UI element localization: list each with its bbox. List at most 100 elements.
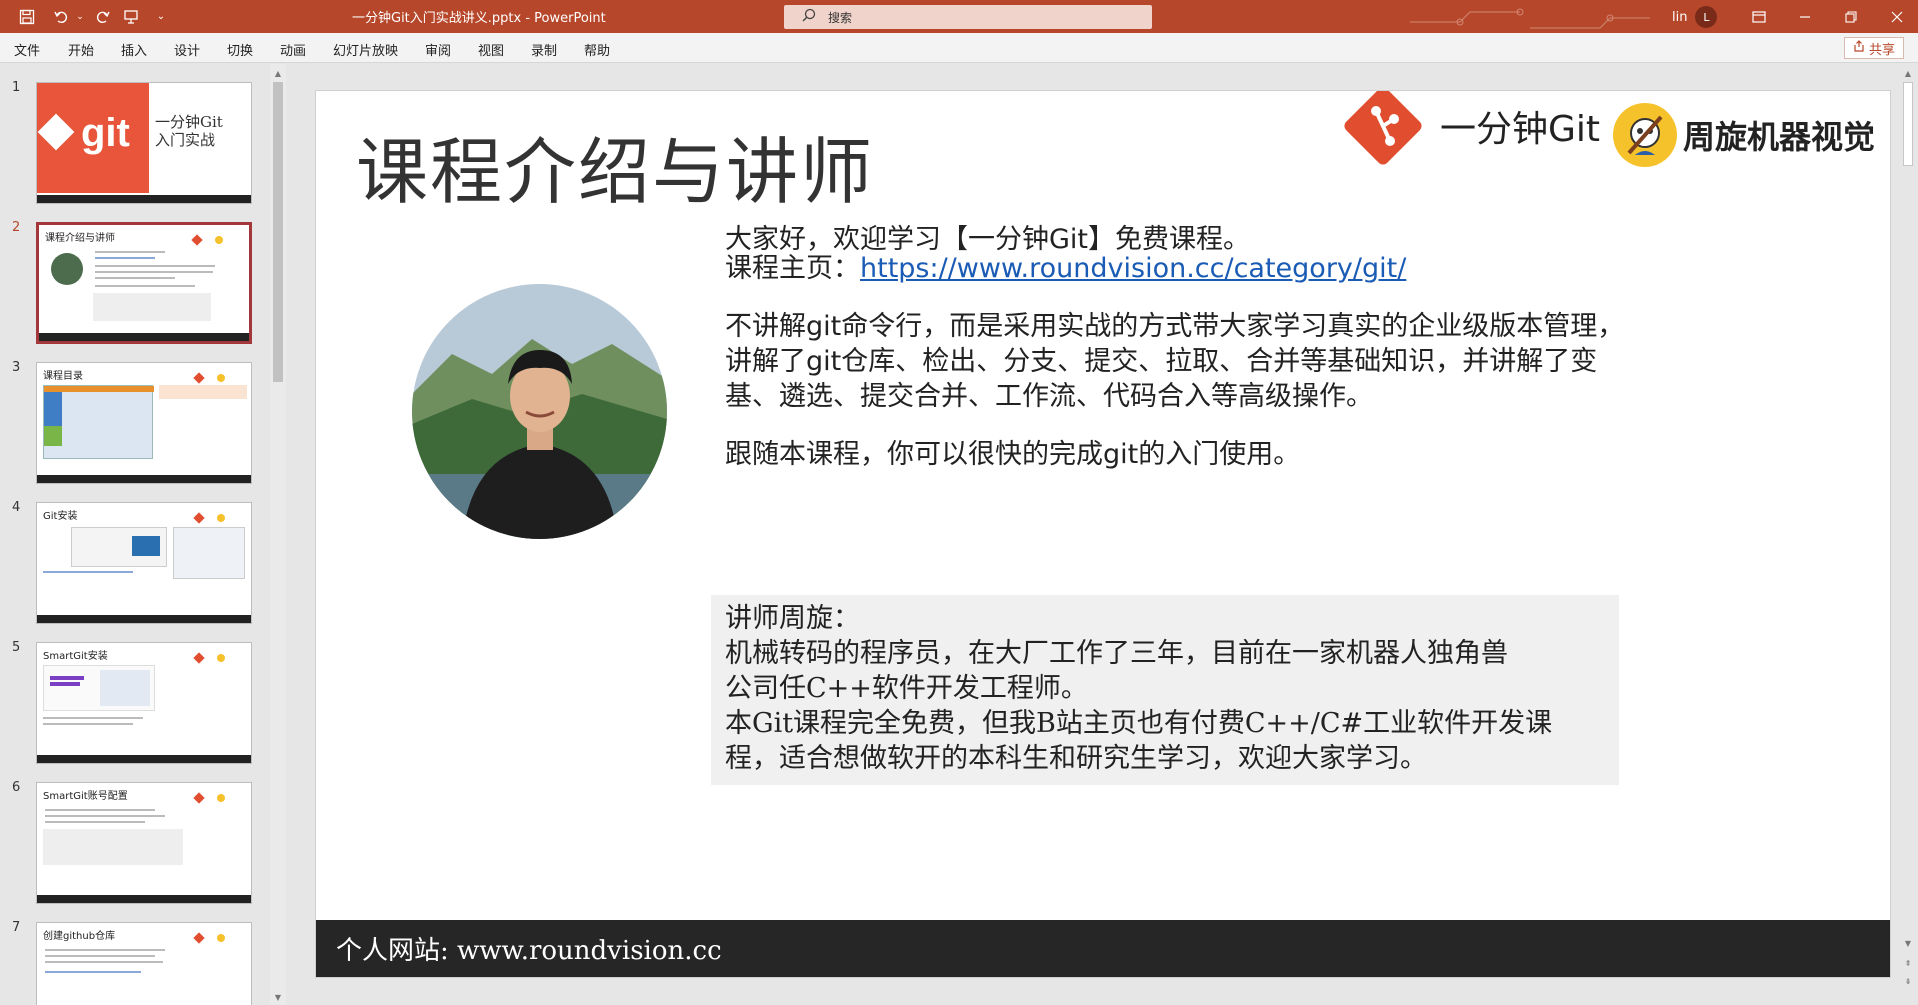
tab-animations[interactable]: 动画: [280, 40, 306, 59]
thumbnail-logos: [193, 367, 245, 384]
customize-toolbar-icon[interactable]: ⌄: [148, 4, 174, 30]
slide-thumbnail-1[interactable]: git 一分钟Git 入门实战: [36, 82, 252, 204]
thumbnail-screenshot: [43, 665, 155, 711]
text-line: [45, 961, 163, 963]
text-line: [45, 821, 145, 823]
editor-scrollbar[interactable]: ▲ ▼ ⇞ ⇟: [1900, 64, 1916, 1005]
slide-thumbnail-6[interactable]: SmartGit账号配置: [36, 782, 252, 904]
text-line: [43, 717, 143, 719]
slide-thumbnail-5[interactable]: SmartGit安装: [36, 642, 252, 764]
scroll-up-icon[interactable]: ▲: [270, 66, 286, 80]
search-box[interactable]: 搜索: [784, 5, 1152, 29]
tab-slideshow[interactable]: 幻灯片放映: [333, 40, 398, 59]
text-line: [43, 723, 133, 725]
tab-insert[interactable]: 插入: [121, 40, 147, 59]
document-title: 一分钟Git入门实战讲义.pptx - PowerPoint: [352, 11, 606, 26]
slide-canvas[interactable]: 课程介绍与讲师 一分钟Git 周旋机器视觉 大家好，欢迎学习【一分钟Git】免费…: [316, 91, 1890, 977]
brand-roundvision-text: 周旋机器视觉: [1683, 118, 1876, 156]
tab-home[interactable]: 开始: [68, 40, 94, 59]
redo-icon[interactable]: [90, 4, 116, 30]
minimize-icon[interactable]: [1782, 0, 1828, 33]
ribbon-display-options-icon[interactable]: [1736, 0, 1782, 33]
close-icon[interactable]: [1874, 0, 1918, 33]
text-line: [95, 285, 195, 287]
course-description-line[interactable]: 讲解了git仓库、检出、分支、提交、拉取、合并等基础知识，并讲解了变: [725, 344, 1597, 379]
cover-title-line: 入门实战: [155, 131, 216, 149]
text-line: [43, 571, 133, 573]
thumbnail-table: [43, 385, 154, 459]
circuit-decoration: [1410, 8, 1650, 29]
tab-view[interactable]: 视图: [478, 40, 504, 59]
slide-footer[interactable]: 个人网站: www.roundvision.cc: [316, 920, 1890, 977]
slide-thumbnail-4[interactable]: Git安装: [36, 502, 252, 624]
thumbnail-footer: [37, 895, 251, 903]
git-logo-icon: [1341, 91, 1425, 168]
title-bar: ⌄ ⌄ 一分钟Git入门实战讲义.pptx - PowerPoint 搜索 li…: [0, 0, 1918, 33]
course-summary-line[interactable]: 跟随本课程，你可以很快的完成git的入门使用。: [725, 437, 1300, 472]
teacher-line: 公司任C++软件开发工程师。: [725, 673, 1088, 704]
git-cover-panel: git: [37, 83, 149, 193]
git-logo-text: git: [81, 111, 130, 155]
table-group-band: [44, 426, 62, 446]
course-description-line[interactable]: 不讲解git命令行，而是采用实战的方式带大家学习真实的企业级版本管理，: [725, 309, 1624, 344]
search-placeholder: 搜索: [828, 10, 853, 25]
thumbnail-screenshot: [71, 527, 167, 567]
thumbnail-title: Git安装: [43, 511, 78, 522]
tab-transitions[interactable]: 切换: [227, 40, 253, 59]
text-line: [95, 277, 175, 279]
thumbnail-title: SmartGit安装: [43, 651, 108, 662]
user-account[interactable]: lin L: [1672, 6, 1718, 28]
thumbnail-footer: [37, 615, 251, 623]
thumbnail-logos: [191, 229, 243, 246]
save-icon[interactable]: [14, 4, 40, 30]
thumbnail-number: 4: [12, 500, 21, 515]
scroll-down-icon[interactable]: ▼: [270, 990, 286, 1004]
present-from-beginning-icon[interactable]: [118, 4, 144, 30]
thumbnail-title: 课程目录: [43, 371, 83, 382]
git-logo-icon: [37, 113, 75, 151]
tab-design[interactable]: 设计: [174, 40, 200, 59]
previous-slide-icon[interactable]: ⇞: [1900, 956, 1916, 970]
ribbon-tabs: 文件 开始 插入 设计 切换 动画 幻灯片放映 审阅 视图 录制 帮助 共享: [0, 33, 1918, 63]
brand-git: 一分钟Git: [1341, 91, 1601, 168]
undo-dropdown-icon[interactable]: ⌄: [74, 4, 86, 30]
text-line: [45, 949, 165, 951]
slide-title[interactable]: 课程介绍与讲师: [356, 113, 874, 218]
text-line: [95, 271, 213, 273]
thumbnail-photo: [51, 253, 83, 285]
share-icon: [1853, 40, 1865, 56]
homepage-label: 课程主页：: [725, 253, 860, 284]
course-description-line[interactable]: 基、遴选、提交合并、工作流、代码合入等高级操作。: [725, 379, 1373, 414]
tab-review[interactable]: 审阅: [425, 40, 451, 59]
thumbnail-title: 课程介绍与讲师: [45, 233, 115, 244]
text-line: [45, 955, 155, 957]
slide-thumbnail-7[interactable]: 创建github仓库: [36, 922, 252, 1005]
scroll-down-icon[interactable]: ▼: [1900, 936, 1916, 950]
text-line: [45, 809, 155, 811]
homepage-link[interactable]: https://www.roundvision.cc/category/git/: [860, 253, 1406, 284]
thumbnail-scrollbar[interactable]: ▲ ▼: [270, 64, 286, 1005]
homepage-line[interactable]: 课程主页：https://www.roundvision.cc/category…: [725, 251, 1406, 286]
scrollbar-thumb[interactable]: [273, 82, 283, 382]
next-slide-icon[interactable]: ⇟: [1900, 974, 1916, 988]
brand-git-text: 一分钟Git: [1440, 109, 1601, 150]
slide-thumbnail-pane: 1 git 一分钟Git 入门实战 2 课程介绍与讲师 3 课程目录 4 Git…: [0, 64, 286, 1005]
tab-file[interactable]: 文件: [14, 40, 40, 59]
teacher-info-box[interactable]: 讲师周旋： 机械转码的程序员，在大厂工作了三年，目前在一家机器人独角兽 公司任C…: [711, 595, 1619, 785]
quick-access-toolbar: ⌄ ⌄: [14, 0, 174, 33]
scroll-up-icon[interactable]: ▲: [1900, 66, 1916, 80]
share-label: 共享: [1868, 42, 1895, 58]
undo-icon[interactable]: [48, 4, 74, 30]
scrollbar-thumb[interactable]: [1903, 82, 1913, 166]
teacher-line: 机械转码的程序员，在大厂工作了三年，目前在一家机器人独角兽: [725, 638, 1508, 669]
restore-icon[interactable]: [1828, 0, 1874, 33]
tab-help[interactable]: 帮助: [584, 40, 610, 59]
thumbnail-logos: [193, 507, 245, 524]
slide-thumbnail-2[interactable]: 课程介绍与讲师: [36, 222, 252, 344]
instructor-photo[interactable]: [412, 284, 667, 539]
table-group-band: [44, 392, 62, 426]
share-button[interactable]: 共享: [1843, 37, 1904, 59]
slide-thumbnail-3[interactable]: 课程目录: [36, 362, 252, 484]
tab-record[interactable]: 录制: [531, 40, 557, 59]
thumbnail-number: 2: [12, 220, 21, 235]
